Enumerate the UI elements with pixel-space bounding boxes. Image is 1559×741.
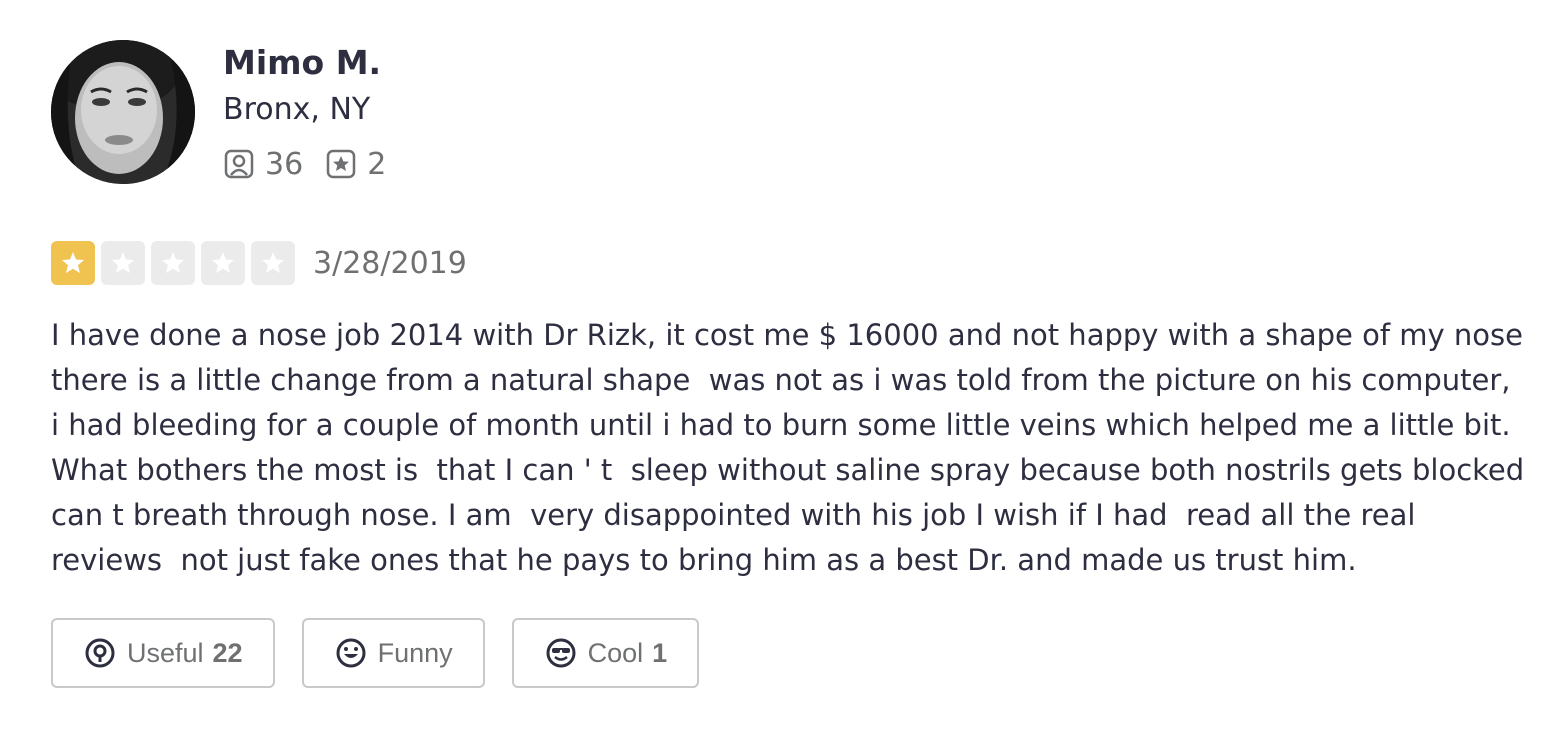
review-text-line: What bothers the most is that I can ' t …	[51, 453, 1525, 487]
review-text-line: i had bleeding for a couple of month unt…	[51, 408, 1511, 442]
rating-star-1	[51, 241, 95, 285]
rating-star-5	[251, 241, 295, 285]
friends-stat: 36	[223, 147, 303, 182]
rating-row: 3/28/2019	[51, 240, 467, 286]
user-location: Bronx, NY	[223, 92, 371, 127]
review-text-line: I have done a nose job 2014 with Dr Rizk…	[51, 318, 1523, 352]
funny-button[interactable]: Funny	[301, 618, 485, 688]
cool-button[interactable]: Cool 1	[511, 618, 700, 688]
review-date: 3/28/2019	[313, 245, 467, 281]
cool-label: Cool	[587, 637, 644, 668]
star-icon	[162, 252, 184, 273]
reviews-stat: 2	[325, 147, 386, 182]
cool-count: 1	[652, 637, 668, 668]
review-text: I have done a nose job 2014 with Dr Rizk…	[51, 313, 1541, 583]
avatar-image	[51, 40, 195, 184]
review-card: Mimo M. Bronx, NY 36 2 3/28/2019 I have …	[0, 0, 1559, 741]
user-name[interactable]: Mimo M.	[223, 40, 381, 86]
smiley-icon	[334, 636, 368, 670]
friends-count: 36	[265, 146, 304, 182]
useful-label: Useful	[127, 637, 204, 668]
star-icon	[112, 252, 134, 273]
rating-star-3	[151, 241, 195, 285]
rating-star-2	[101, 241, 145, 285]
sunglasses-icon	[544, 636, 578, 670]
friends-icon	[223, 148, 255, 180]
review-star-icon	[325, 148, 357, 180]
review-text-line: reviews not just fake ones that he pays …	[51, 543, 1357, 577]
reaction-buttons: Useful 22 Funny Cool 1	[51, 618, 726, 688]
star-icon	[62, 252, 84, 273]
avatar[interactable]	[51, 40, 195, 184]
reviews-count: 2	[367, 146, 387, 182]
funny-label: Funny	[377, 637, 453, 668]
star-icon	[212, 252, 234, 273]
useful-button[interactable]: Useful 22	[51, 618, 275, 688]
rating-star-4	[201, 241, 245, 285]
useful-count: 22	[212, 637, 243, 668]
lightbulb-icon	[83, 636, 117, 670]
review-text-line: there is a little change from a natural …	[51, 363, 1511, 397]
review-text-line: can t breath through nose. I am very dis…	[51, 498, 1416, 532]
star-icon	[262, 252, 284, 273]
user-stats: 36 2	[223, 142, 408, 186]
